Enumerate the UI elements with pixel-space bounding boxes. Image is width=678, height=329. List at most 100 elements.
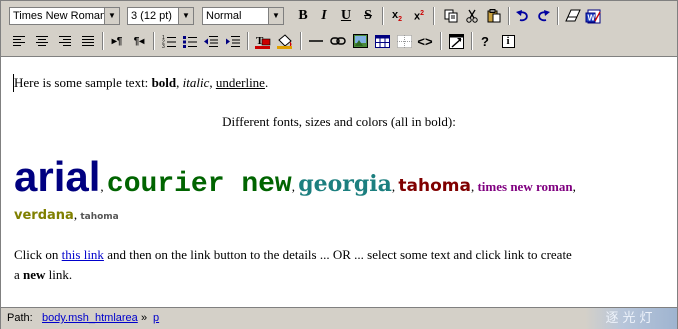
popup-editor-button[interactable]: [446, 31, 466, 51]
align-center-button[interactable]: [32, 31, 52, 51]
bold-text: bold: [151, 75, 177, 90]
toggle-borders-button[interactable]: [394, 31, 414, 51]
word-clean-button[interactable]: W: [583, 6, 603, 26]
sample-text-prefix: Here is some sample text:: [14, 75, 152, 90]
insert-table-button[interactable]: [372, 31, 392, 51]
link-paragraph-text: a: [14, 267, 24, 282]
separator: [102, 32, 104, 50]
insert-image-button[interactable]: [350, 31, 370, 51]
subscript-button[interactable]: x2: [387, 6, 407, 26]
toolbar: Times New Roman ▼ 3 (12 pt) ▼ Normal ▼ B…: [1, 1, 677, 57]
copy-button[interactable]: [441, 6, 461, 26]
italic-text: italic: [182, 75, 210, 90]
about-button[interactable]: i: [498, 31, 518, 51]
separator: [433, 7, 435, 25]
grid-icon: [396, 34, 412, 48]
eraser-icon: [565, 9, 581, 22]
editor-area[interactable]: Here is some sample text: bold, italic, …: [1, 57, 677, 307]
font-sample-georgia: georgia: [298, 171, 392, 197]
ordered-list-icon: 123: [162, 35, 176, 48]
font-sample-arial: arial: [14, 153, 101, 200]
comma: ,: [391, 179, 396, 194]
cut-button[interactable]: [462, 6, 482, 26]
indent-icon: [226, 35, 240, 47]
subscript-icon: x2: [391, 8, 403, 24]
link-icon: [330, 37, 346, 45]
align-left-button[interactable]: [9, 31, 29, 51]
link-paragraph-text: and then on the link button to the detai…: [103, 247, 572, 262]
unordered-list-icon: [183, 35, 197, 48]
fonts-line-2: verdana, tahoma: [14, 207, 119, 223]
indent-button[interactable]: [223, 31, 243, 51]
separator: [508, 7, 510, 25]
paint-bucket-icon: [277, 33, 292, 49]
italic-icon: I: [321, 8, 327, 23]
centered-heading-text: Different fonts, sizes and colors (all i…: [222, 114, 456, 129]
bold-icon: B: [298, 8, 308, 23]
comma: ,: [291, 179, 295, 194]
font-sample-courier-new: courier new: [106, 169, 292, 200]
font-sample-verdana: verdana: [14, 208, 74, 223]
redo-button[interactable]: [533, 6, 553, 26]
underline-text: underline: [215, 75, 265, 90]
separator: [382, 7, 384, 25]
source-code-icon: <>: [417, 33, 433, 49]
superscript-button[interactable]: x2: [409, 6, 429, 26]
clear-format-button[interactable]: [563, 6, 583, 26]
font-name-value: Times New Roman: [13, 10, 107, 22]
align-left-icon: [13, 36, 25, 46]
horizontal-rule-button[interactable]: [306, 31, 326, 51]
font-size-value: 3 (12 pt): [131, 10, 172, 22]
format-value: Normal: [206, 10, 242, 22]
link-paragraph-text: link.: [45, 267, 73, 282]
outdent-button[interactable]: [201, 31, 221, 51]
fonts-line-1: arial, courier new, georgia, tahoma, tim…: [14, 153, 654, 201]
word-icon: W: [585, 9, 601, 23]
highlight-color-button[interactable]: [275, 31, 295, 51]
view-source-button[interactable]: <>: [415, 31, 435, 51]
insert-link-button[interactable]: [328, 31, 348, 51]
font-sample-tahoma: tahoma: [398, 176, 471, 196]
undo-button[interactable]: [513, 6, 533, 26]
font-size-select[interactable]: 3 (12 pt) ▼: [127, 7, 194, 25]
separator: [471, 32, 473, 50]
italic-button[interactable]: I: [314, 6, 334, 26]
help-icon: ?: [481, 33, 489, 49]
bold-button[interactable]: B: [293, 6, 313, 26]
justify-button[interactable]: [78, 31, 98, 51]
right-to-left-button[interactable]: ¶◂: [129, 31, 149, 51]
svg-text:W: W: [588, 13, 596, 22]
font-name-select[interactable]: Times New Roman ▼: [9, 7, 120, 25]
justify-icon: [82, 36, 94, 46]
chevron-down-icon: ▼: [178, 8, 193, 24]
undo-icon: [516, 10, 528, 22]
left-to-right-button[interactable]: ▸¶: [107, 31, 127, 51]
breadcrumb-p[interactable]: p: [153, 308, 159, 328]
sample-link[interactable]: this link: [62, 247, 104, 262]
strikethrough-icon: S: [364, 8, 372, 23]
link-paragraph: Click on this link and then on the link …: [14, 245, 664, 285]
help-button[interactable]: ?: [475, 31, 495, 51]
separator: [557, 7, 559, 25]
align-right-button[interactable]: [55, 31, 75, 51]
paste-button[interactable]: [484, 6, 504, 26]
separator: [300, 32, 302, 50]
format-select[interactable]: Normal ▼: [202, 7, 284, 25]
ordered-list-button[interactable]: 123: [159, 31, 179, 51]
comma: ,: [73, 207, 78, 222]
horizontal-rule-icon: [309, 40, 323, 42]
separator: [247, 32, 249, 50]
superscript-icon: x2: [413, 9, 425, 23]
link-paragraph-text: Click on: [14, 247, 62, 262]
watermark-logo: 逐光灯: [585, 308, 677, 329]
chevron-down-icon: ▼: [104, 8, 119, 24]
unordered-list-button[interactable]: [180, 31, 200, 51]
breadcrumb-body[interactable]: body.msh_htmlarea: [42, 308, 138, 328]
underline-button[interactable]: U: [336, 6, 356, 26]
text-color-button[interactable]: T: [253, 31, 273, 51]
html-editor: Times New Roman ▼ 3 (12 pt) ▼ Normal ▼ B…: [0, 0, 678, 329]
strikethrough-button[interactable]: S: [358, 6, 378, 26]
outdent-icon: [204, 35, 218, 47]
align-right-icon: [59, 36, 71, 46]
font-sample-tahoma-small: tahoma: [80, 212, 119, 222]
